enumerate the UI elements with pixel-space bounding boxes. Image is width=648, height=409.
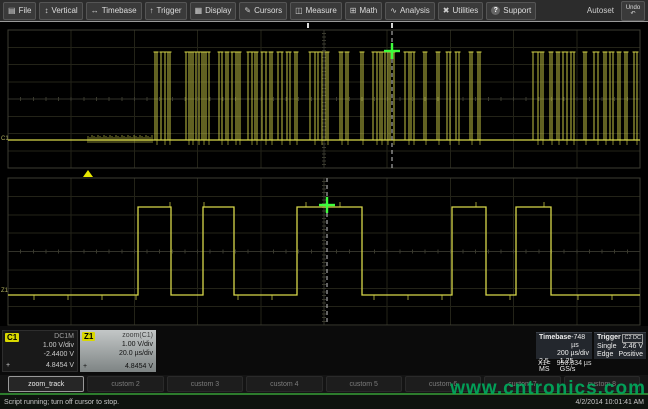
autoset-button[interactable]: Autoset — [587, 6, 618, 15]
info-strip: C1 DC1M 1.00 V/div -2.4400 V + 4.8454 V … — [0, 326, 648, 375]
timebase-scale: 200 µs/div — [557, 350, 589, 358]
display-screen-icon: ▦ — [195, 7, 203, 15]
menu-item-label: Analysis — [400, 6, 430, 15]
horizontal-arrows-icon: ↔ — [91, 7, 99, 15]
menu-item-math[interactable]: ⊞Math — [345, 2, 383, 20]
z1-vscale: 1.00 V/div — [83, 340, 153, 349]
menu-item-support[interactable]: ?Support — [486, 2, 536, 20]
menu-item-display[interactable]: ▦Display — [190, 2, 237, 20]
trigger-descriptor[interactable]: TriggerC2 DC Single 2.46 V Edge Positive — [594, 332, 646, 359]
custom-5-button[interactable]: custom 5 — [326, 376, 402, 392]
menu-item-label: File — [19, 6, 32, 15]
custom-3-button[interactable]: custom 3 — [167, 376, 243, 392]
z1-cursor-marker-icon: + — [83, 362, 87, 371]
menu-item-label: Display — [205, 6, 231, 15]
trigger-arrow-icon: ↑ — [150, 7, 154, 15]
cursor-pencil-icon: ✎ — [244, 7, 251, 15]
trigger-title: Trigger — [597, 334, 621, 343]
menu-item-label: Support — [503, 6, 531, 15]
zoom-track-button[interactable]: zoom_track — [8, 376, 84, 392]
menu-item-trigger[interactable]: ↑Trigger — [145, 2, 187, 20]
timebase-offset: -748 µs — [571, 334, 589, 350]
menu-item-label: Measure — [306, 6, 337, 15]
menu-item-label: Timebase — [102, 6, 137, 15]
c1-cursor-value: 4.8454 V — [46, 361, 74, 370]
waveform-chart-icon: ∿ — [390, 7, 397, 15]
cursor-x1-value: 950.834 µs — [557, 360, 592, 367]
top-graticule — [8, 30, 640, 168]
c1-offset: -2.4400 V — [6, 350, 74, 359]
trigger-position-markers — [308, 23, 392, 28]
channel-c1-descriptor[interactable]: C1 DC1M 1.00 V/div -2.4400 V + 4.8454 V — [2, 330, 78, 372]
z1-trace-edge-label: Z1 — [1, 288, 8, 294]
trigger-mode: Single — [597, 343, 616, 351]
z1-hscale: 20.0 µs/div — [83, 349, 153, 358]
menu-item-utilities[interactable]: ✖Utilities — [438, 2, 483, 20]
calculator-icon: ⊞ — [350, 7, 357, 15]
status-message: Script running; turn off cursor to stop. — [4, 399, 119, 406]
undo-arrow-icon: ↶ — [630, 11, 635, 17]
vertical-arrows-icon: ↕ — [44, 7, 48, 15]
menu-item-label: Math — [359, 6, 377, 15]
tools-icon: ✖ — [443, 7, 450, 15]
undo-button[interactable]: Undo ↶ — [621, 1, 645, 21]
custom-2-button[interactable]: custom 2 — [87, 376, 163, 392]
zoom-z1-descriptor[interactable]: Z1 zoom(C1) 1.00 V/div 20.0 µs/div + 4.8… — [80, 330, 156, 372]
c1-trace-edge-label: C1 — [1, 136, 9, 142]
menu-item-cursors[interactable]: ✎Cursors — [239, 2, 287, 20]
bottom-graticule — [8, 178, 640, 325]
menu-item-label: Trigger — [157, 6, 182, 15]
trigger-kind: Edge — [597, 351, 613, 359]
c1-cursor-marker-icon: + — [6, 361, 10, 370]
trigger-slope: Positive — [618, 351, 643, 359]
z1-cursor-value: 4.8454 V — [125, 362, 153, 371]
custom-4-button[interactable]: custom 4 — [246, 376, 322, 392]
watermark: www.cntronics.com — [450, 378, 646, 400]
menu-item-label: Cursors — [254, 6, 282, 15]
file-icon: ▤ — [8, 7, 16, 15]
caliper-icon: ◫ — [295, 7, 303, 15]
menu-item-label: Vertical — [51, 6, 77, 15]
z1-source: zoom(C1) — [83, 331, 153, 340]
menu-item-analysis[interactable]: ∿Analysis — [385, 2, 435, 20]
menu-item-timebase[interactable]: ↔Timebase — [86, 2, 142, 20]
zoom-position-marker[interactable] — [83, 170, 93, 177]
cursor-top[interactable] — [384, 24, 400, 168]
timebase-descriptor[interactable]: Timebase-748 µs 200 µs/div 2.5 MS1.25 GS… — [536, 332, 592, 359]
menu-item-measure[interactable]: ◫Measure — [290, 2, 342, 20]
menu-item-label: Utilities — [452, 6, 478, 15]
question-mark-icon: ? — [491, 6, 500, 15]
cursor-x1-label: X1= — [538, 360, 551, 367]
menu-item-vertical[interactable]: ↕Vertical — [39, 2, 82, 20]
oscilloscope-app: C1 Z1 ▤File ↕Vertical ↔Timebase ↑Trigger… — [0, 0, 648, 409]
c1-vscale: 1.00 V/div — [6, 341, 74, 350]
menu-item-file[interactable]: ▤File — [3, 2, 36, 20]
cursor-readout: X1= 950.834 µs — [538, 360, 591, 367]
c1-coupling: DC1M — [6, 332, 74, 341]
timebase-title: Timebase — [539, 334, 571, 350]
menu-bar: ▤File ↕Vertical ↔Timebase ↑Trigger ▦Disp… — [0, 0, 648, 22]
trigger-source-badge: C2 DC — [622, 334, 643, 343]
trigger-level: 2.46 V — [623, 343, 643, 351]
